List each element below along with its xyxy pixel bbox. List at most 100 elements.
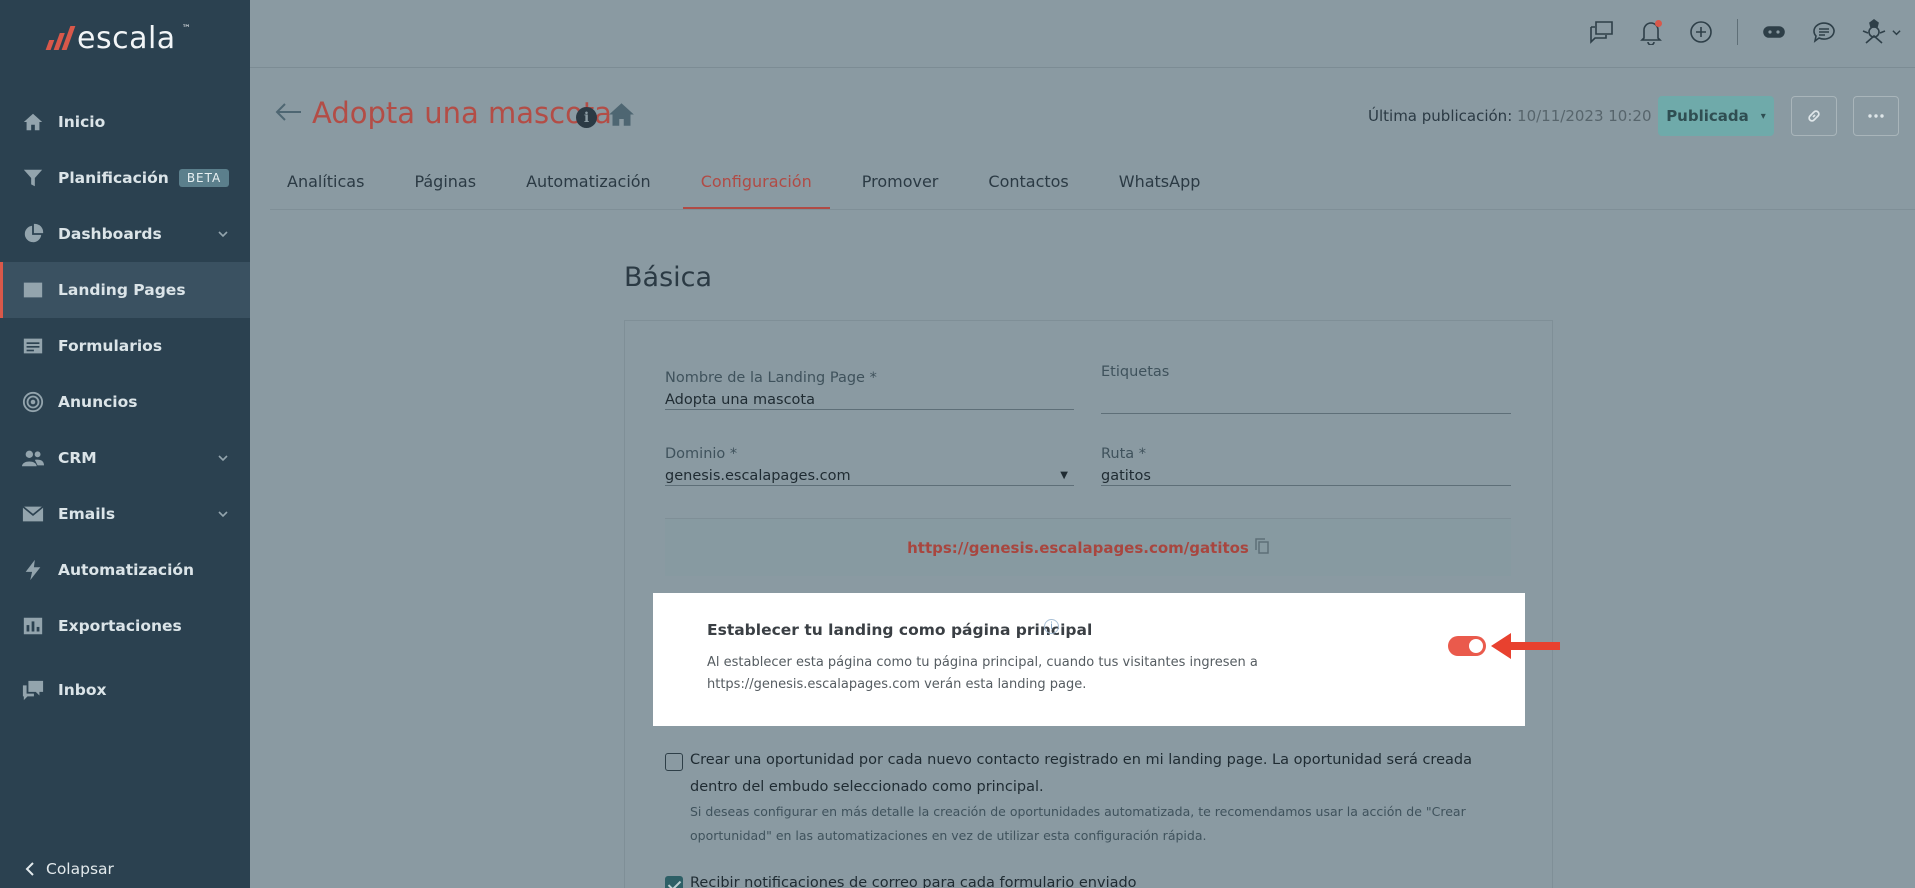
pie-chart-icon: [22, 223, 44, 245]
landing-url-link[interactable]: https://genesis.escalapages.com/gatitos: [907, 539, 1249, 557]
opportunity-checkbox[interactable]: [665, 753, 683, 771]
chevron-down-icon: [218, 505, 228, 523]
field-value: gatitos: [1101, 467, 1151, 484]
tab-contactos[interactable]: Contactos: [970, 162, 1086, 209]
users-icon: [22, 447, 44, 469]
link-icon: [1808, 110, 1820, 122]
main-page-description: Al establecer esta página como tu página…: [707, 655, 1258, 692]
sidebar-item-emails[interactable]: Emails: [0, 486, 250, 542]
more-options-button[interactable]: [1853, 96, 1899, 136]
collapse-label: Colapsar: [46, 860, 114, 878]
tab-whatsapp[interactable]: WhatsApp: [1101, 162, 1219, 209]
sidebar-item-crm[interactable]: CRM: [0, 430, 250, 486]
tab-automatizacion[interactable]: Automatización: [508, 162, 669, 209]
brand-trademark: ™: [181, 24, 191, 34]
bell-icon[interactable]: [1637, 18, 1665, 46]
tab-analiticas[interactable]: Analíticas: [270, 162, 382, 209]
sidebar-nav: Inicio Planificación BETA Dashboards Lan…: [0, 94, 250, 718]
domain-field[interactable]: Dominio * genesis.escalapages.com ▼: [665, 446, 1074, 486]
section-title: Básica: [624, 262, 713, 293]
sidebar-item-label: Dashboards: [58, 225, 162, 243]
chevron-down-icon: [218, 225, 228, 243]
chevron-down-icon: [1892, 29, 1901, 35]
last-publication-label: Última publicación:: [1368, 107, 1513, 125]
gamepad-icon[interactable]: [1760, 18, 1788, 46]
top-bar: [250, 0, 1915, 68]
field-value: Adopta una mascota: [665, 391, 815, 408]
landing-page-icon: [22, 279, 44, 301]
sidebar-item-label: CRM: [58, 449, 97, 467]
beta-badge: BETA: [178, 169, 230, 187]
sidebar-item-label: Landing Pages: [58, 281, 186, 299]
arrow-left-icon: [275, 103, 301, 121]
last-publication-date: 10/11/2023 10:20: [1517, 107, 1652, 125]
opportunity-hint: Si deseas configurar en más detalle la c…: [690, 804, 1466, 843]
landing-url-box: https://genesis.escalapages.com/gatitos: [665, 518, 1511, 576]
opportunity-label: Crear una oportunidad por cada nuevo con…: [690, 752, 1472, 795]
tags-field[interactable]: Etiquetas: [1101, 364, 1511, 414]
home-icon[interactable]: [608, 101, 635, 132]
caret-down-icon: ▾: [1760, 110, 1766, 122]
sidebar-item-inicio[interactable]: Inicio: [0, 94, 250, 150]
sidebar-item-label: Inbox: [58, 681, 107, 699]
info-icon[interactable]: i: [1044, 619, 1059, 634]
sidebar-item-anuncios[interactable]: Anuncios: [0, 374, 250, 430]
chevron-down-icon: [218, 449, 228, 467]
chevron-left-icon: [25, 862, 34, 876]
landing-name-input[interactable]: Adopta una mascota: [665, 386, 1074, 410]
help-articles-icon[interactable]: [1587, 18, 1615, 46]
domain-select[interactable]: genesis.escalapages.com ▼: [665, 462, 1074, 486]
tabs: Analíticas Páginas Automatización Config…: [270, 162, 1915, 210]
funnel-icon: [22, 167, 44, 189]
more-horizontal-icon: [1868, 114, 1884, 118]
copy-link-button[interactable]: [1791, 96, 1837, 136]
notifications-checkbox[interactable]: [665, 876, 683, 888]
field-label: Nombre de la Landing Page *: [665, 370, 877, 386]
sidebar-item-formularios[interactable]: Formularios: [0, 318, 250, 374]
field-label: Etiquetas: [1101, 364, 1170, 380]
divider: [1737, 19, 1738, 45]
form-icon: [22, 335, 44, 357]
field-label: Dominio *: [665, 446, 738, 462]
info-icon[interactable]: i: [576, 107, 597, 128]
route-field[interactable]: Ruta * gatitos: [1101, 446, 1511, 486]
tab-paginas[interactable]: Páginas: [396, 162, 494, 209]
sidebar-item-label: Automatización: [58, 561, 195, 579]
main-page-toggle[interactable]: [1448, 636, 1486, 656]
logo-mark-icon: [45, 26, 76, 50]
sidebar-item-inbox[interactable]: Inbox: [0, 662, 250, 718]
support-chat-icon[interactable]: [1810, 18, 1838, 46]
brand-name: escala: [77, 20, 176, 56]
home-icon: [22, 111, 44, 133]
last-publication: Última publicación: 10/11/2023 10:20: [1368, 107, 1651, 125]
add-circle-icon[interactable]: [1687, 18, 1715, 46]
lightning-icon: [22, 559, 44, 581]
tab-promover[interactable]: Promover: [844, 162, 957, 209]
status-dropdown-button[interactable]: Publicada ▾: [1658, 96, 1774, 136]
sidebar-item-landing-pages[interactable]: Landing Pages: [0, 262, 250, 318]
notification-dot: [1655, 20, 1662, 27]
target-icon: [22, 391, 44, 413]
brand-logo[interactable]: escala ™: [45, 18, 191, 58]
route-input[interactable]: gatitos: [1101, 462, 1511, 486]
sidebar-item-label: Exportaciones: [58, 617, 182, 635]
tags-input[interactable]: [1101, 380, 1511, 414]
sidebar-item-dashboards[interactable]: Dashboards: [0, 206, 250, 262]
bar-chart-icon: [22, 615, 44, 637]
sidebar-item-planificacion[interactable]: Planificación BETA: [0, 150, 250, 206]
sidebar-item-exportaciones[interactable]: Exportaciones: [0, 598, 250, 654]
collapse-sidebar-button[interactable]: Colapsar: [24, 860, 114, 878]
caret-down-icon: ▼: [1060, 470, 1068, 481]
back-button[interactable]: [274, 102, 302, 126]
copy-icon[interactable]: [1255, 537, 1269, 558]
avatar: [1860, 18, 1888, 46]
user-menu[interactable]: [1860, 18, 1901, 46]
sidebar: escala ™ Inicio Planificación BETA Dashb…: [0, 0, 250, 888]
arrow-left-icon: [1489, 629, 1561, 667]
status-label: Publicada: [1666, 107, 1749, 125]
sidebar-item-label: Anuncios: [58, 393, 138, 411]
sidebar-item-automatizacion[interactable]: Automatización: [0, 542, 250, 598]
tab-configuracion[interactable]: Configuración: [682, 162, 830, 209]
page-title: Adopta una mascota: [312, 96, 612, 130]
landing-name-field[interactable]: Nombre de la Landing Page * Adopta una m…: [665, 370, 1074, 410]
